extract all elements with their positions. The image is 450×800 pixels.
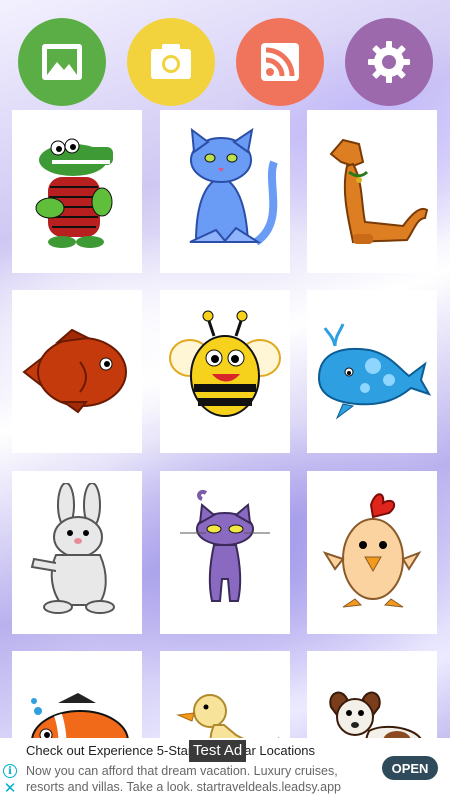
settings-button[interactable]: [345, 18, 433, 106]
grid-item-clownfish[interactable]: [12, 651, 142, 740]
grid-item-orange-dog[interactable]: [307, 110, 437, 273]
close-icon[interactable]: ✕: [3, 781, 17, 796]
blue-cat-picture: [189, 127, 278, 245]
bee-picture: [169, 310, 281, 417]
chick-picture: [322, 492, 422, 607]
grid-item-blue-whale[interactable]: [307, 290, 437, 453]
gear-icon: [368, 41, 410, 83]
ad-title[interactable]: Check out Experience 5-Star Lux 5-Star L…: [26, 743, 315, 758]
crocodile-picture: [35, 138, 113, 248]
info-icon[interactable]: i: [3, 764, 17, 778]
blue-whale-picture: [317, 322, 431, 420]
grid-item-blue-cat[interactable]: [160, 110, 290, 273]
bunny-picture: [30, 482, 115, 614]
grid-item-red-fish[interactable]: [12, 290, 142, 453]
ad-open-button[interactable]: OPEN: [382, 756, 438, 780]
grid-item-crocodile[interactable]: [12, 110, 142, 273]
gallery-button[interactable]: [18, 18, 106, 106]
red-fish-picture: [22, 328, 127, 413]
spotted-dog-picture: [329, 691, 423, 740]
grid-item-purple-cat[interactable]: [160, 471, 290, 634]
camera-icon: [151, 44, 191, 79]
toolbar: [0, 0, 450, 108]
feed-button[interactable]: [236, 18, 324, 106]
test-ad-label: Test Ad: [189, 740, 247, 762]
grid-item-duck[interactable]: [160, 651, 290, 740]
grid-item-bee[interactable]: [160, 290, 290, 453]
clownfish-picture: [31, 692, 129, 740]
image-icon: [42, 44, 82, 80]
grid-item-chick[interactable]: [307, 471, 437, 634]
grid-item-spotted-dog[interactable]: [307, 651, 437, 740]
orange-dog-picture: [329, 138, 429, 244]
duck-picture: [176, 693, 280, 740]
grid-item-bunny[interactable]: [12, 471, 142, 634]
camera-button[interactable]: [127, 18, 215, 106]
image-grid: [12, 110, 440, 740]
ad-description[interactable]: Now you can afford that dream vacation. …: [26, 763, 371, 795]
rss-icon: [261, 43, 299, 81]
purple-cat-picture: [180, 489, 270, 602]
ad-banner[interactable]: Check out Experience 5-Star Lux 5-Star L…: [0, 738, 450, 800]
